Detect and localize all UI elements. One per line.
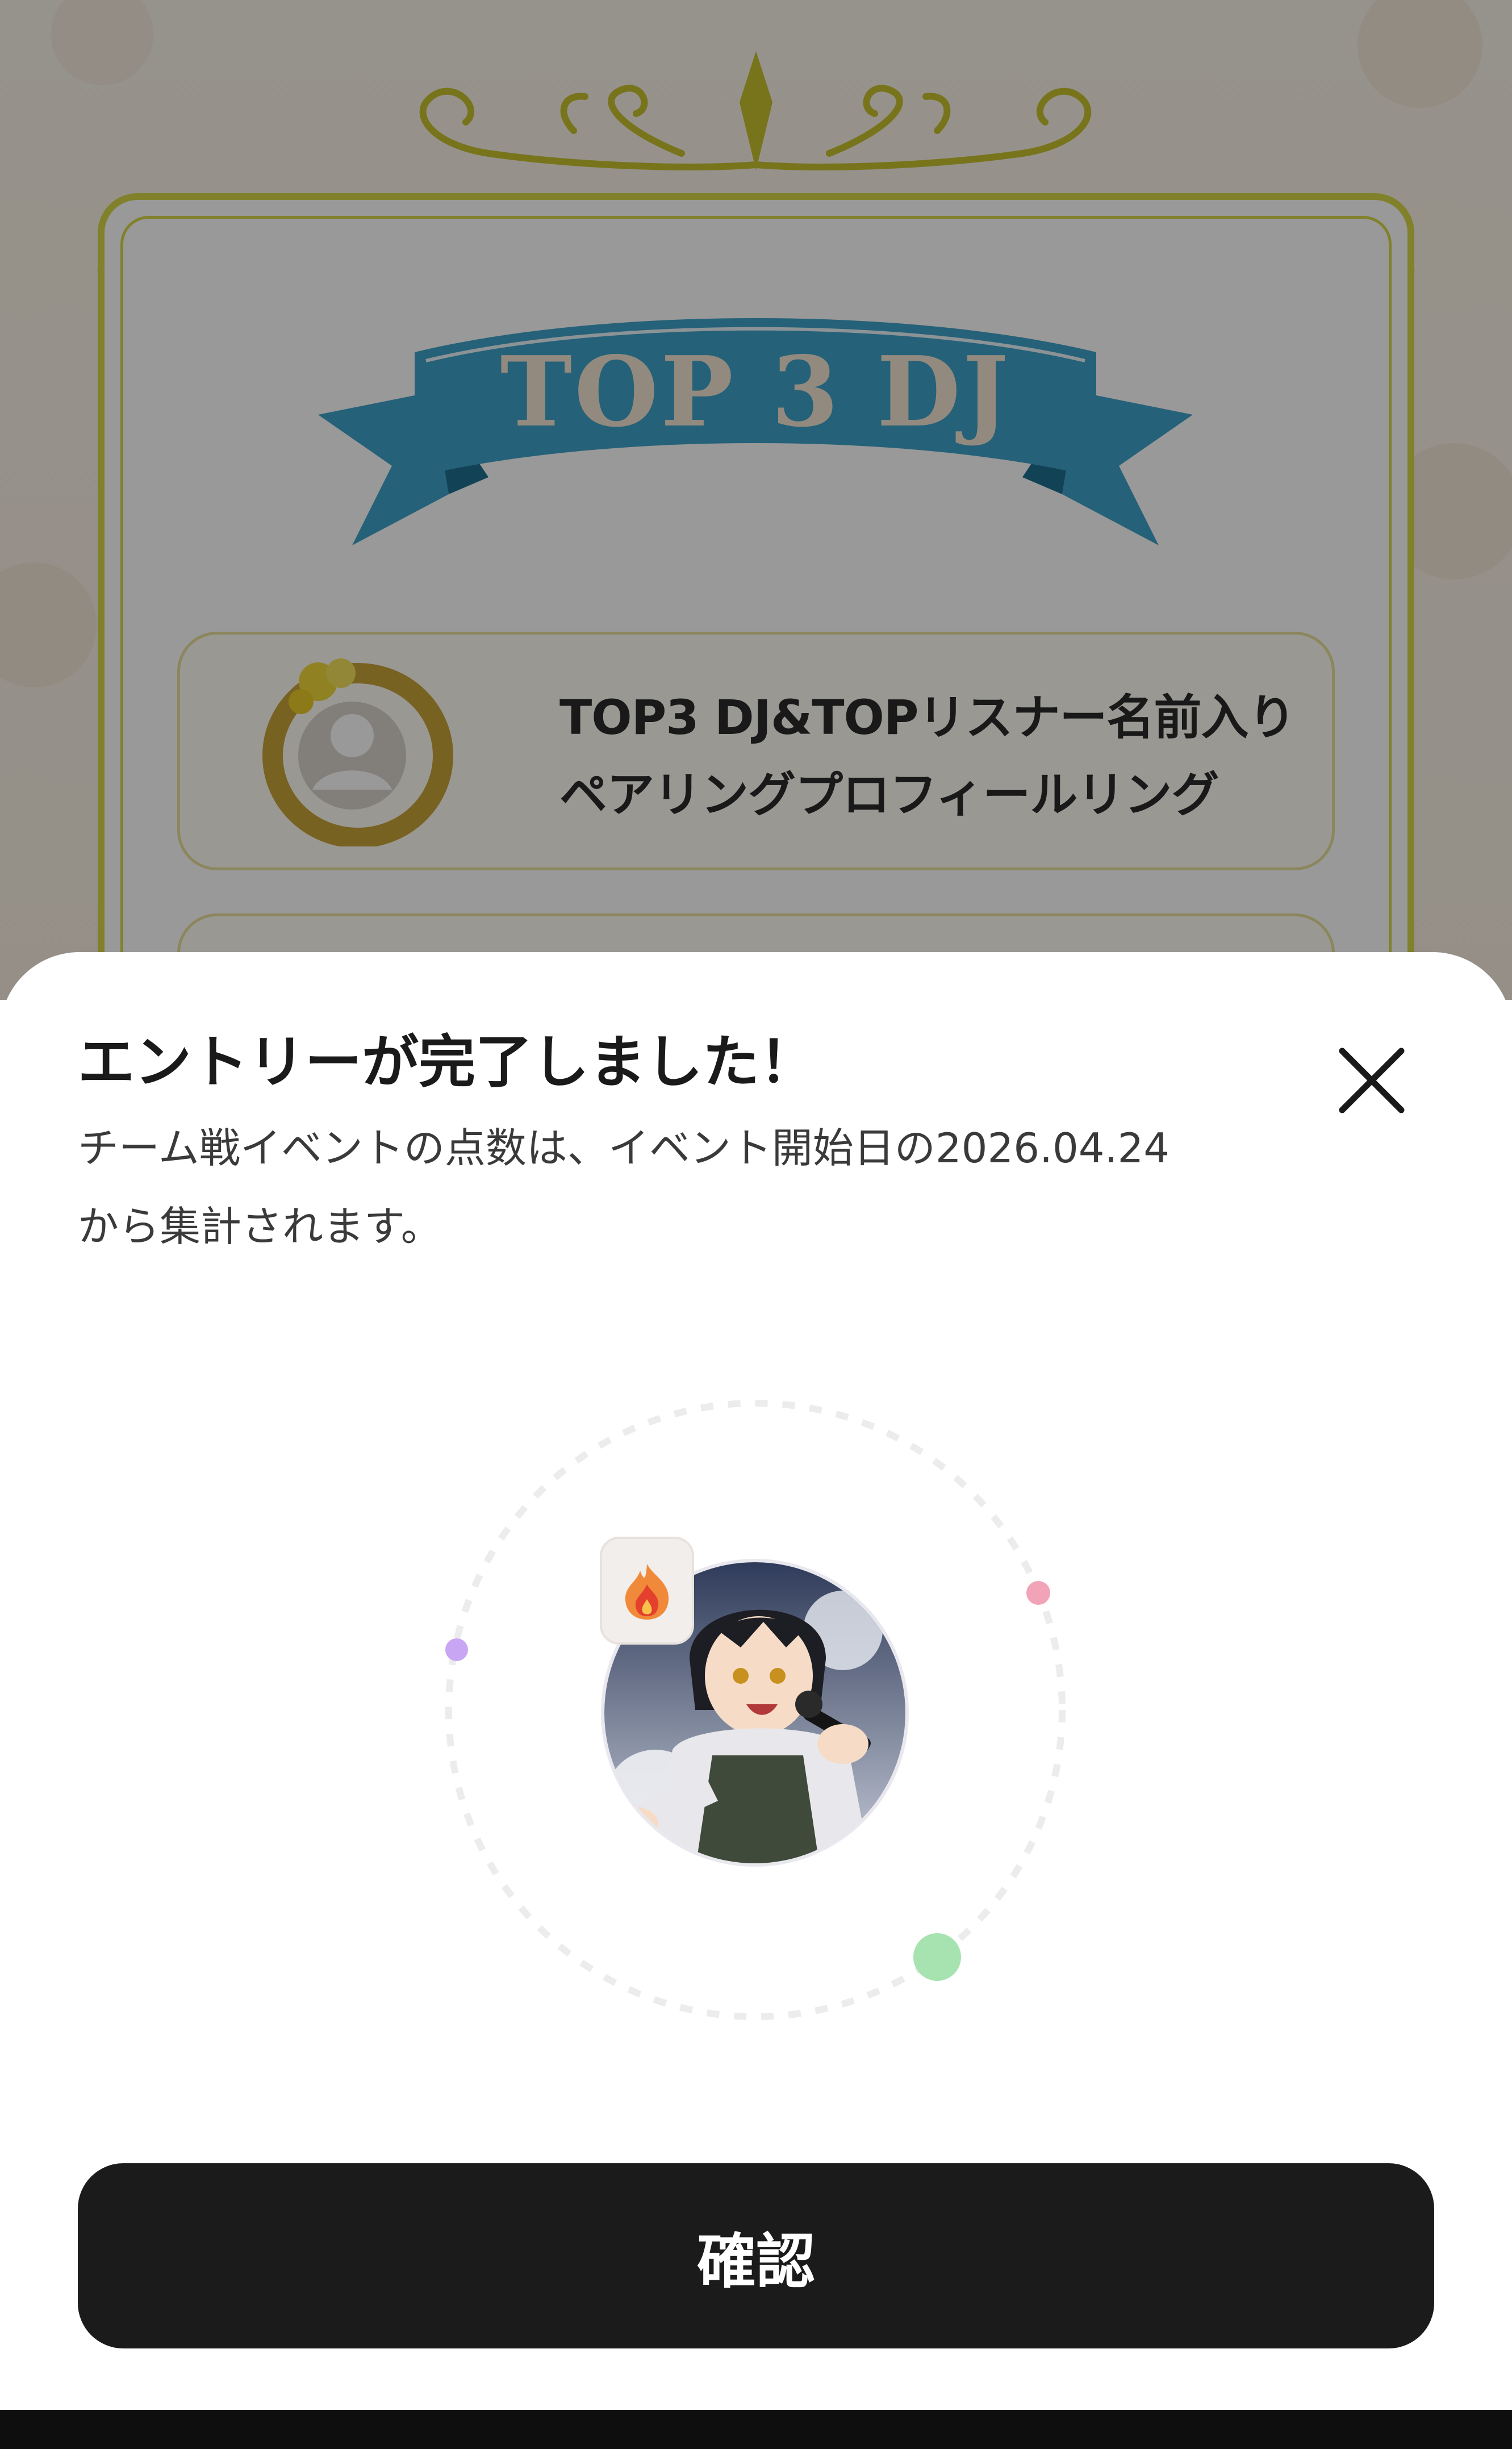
modal-backdrop[interactable] bbox=[0, 0, 1512, 1000]
system-navigation-bar bbox=[0, 2410, 1512, 2449]
sheet-title: エントリーが完了しました！ bbox=[78, 1029, 816, 1095]
description-line-1: チーム戦イベントの点数は、イベント開始日の2026.04.24 bbox=[78, 1124, 1170, 1172]
close-button[interactable] bbox=[1326, 1035, 1417, 1126]
orbit-dot-green bbox=[913, 1933, 961, 1981]
orbit-dot-pink bbox=[1026, 1581, 1050, 1605]
rank-badge bbox=[600, 1537, 694, 1645]
sheet-description: チーム戦イベントの点数は、イベント開始日の2026.04.24 から集計されます… bbox=[78, 1109, 1327, 1266]
orbit-dot-purple bbox=[445, 1638, 468, 1661]
flame-badge-icon bbox=[625, 1564, 669, 1620]
confirm-button[interactable]: 確認 bbox=[78, 2163, 1434, 2348]
close-icon bbox=[1339, 1048, 1405, 1113]
event-background: TOP 3 DJ TOP3 DJ&TOPリスナー名前入り ペアリングプロフィール… bbox=[0, 0, 1512, 1000]
description-line-2: から集計されます。 bbox=[78, 1203, 442, 1250]
